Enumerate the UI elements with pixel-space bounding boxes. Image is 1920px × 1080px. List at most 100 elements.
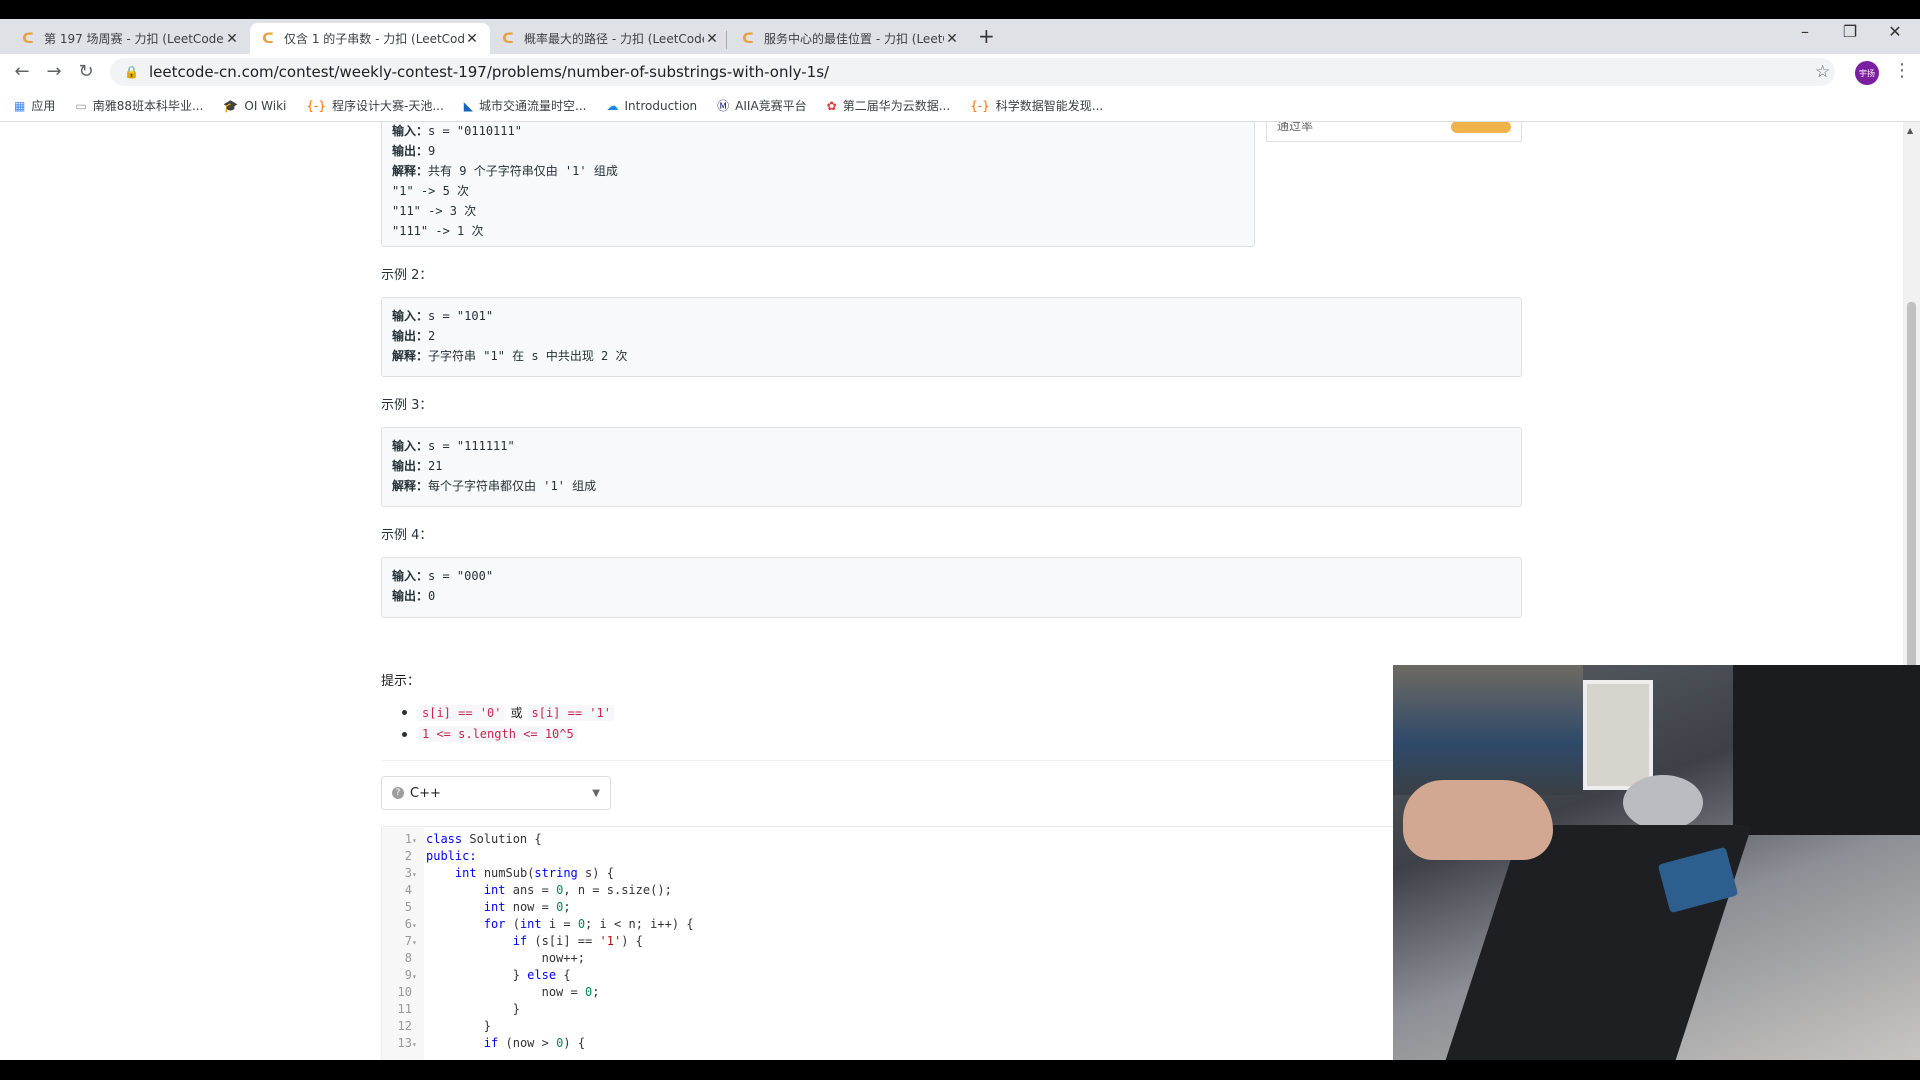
tab-title: 仅含 1 的子串数 - 力扣 (LeetCode) [284, 32, 464, 46]
code-text: for (int i = 0; i < n; i++) { [483, 917, 694, 931]
bookmark-traffic[interactable]: ◣ 城市交通流量时空... [464, 97, 587, 114]
bookmark-tianchi[interactable]: {-} 程序设计大赛-天池... [306, 97, 443, 114]
scrollbar-thumb[interactable] [1907, 302, 1916, 722]
language-value: C++ [410, 785, 441, 801]
folder-icon: ▭ [75, 98, 87, 113]
fold-arrow-icon[interactable]: ▾ [412, 1036, 422, 1053]
example-4-box: 输入：s = "000" 输出：0 [381, 557, 1522, 618]
output-label: 输出： [392, 144, 429, 158]
code-text: now = 0; [541, 985, 600, 999]
address-bar[interactable]: 🔒 leetcode-cn.com/contest/weekly-contest… [110, 58, 1835, 86]
line-number: 9 [404, 968, 412, 982]
screen: ᑕ 第 197 场周赛 - 力扣 (LeetCode) ✕ ᑕ 仅含 1 的子串… [0, 0, 1920, 1080]
bookmark-folder[interactable]: ▭ 南雅88班本科毕业... [75, 97, 203, 114]
fold-arrow-icon[interactable]: ▾ [412, 934, 422, 951]
window-close-button[interactable]: ✕ [1875, 22, 1915, 41]
chevron-down-icon: ▼ [592, 787, 600, 799]
restore-button[interactable]: ❐ [1830, 22, 1870, 41]
reload-icon[interactable]: ↻ [74, 61, 98, 82]
example-3-box: 输入：s = "111111" 输出：21 解释：每个子字符串都仅由 '1' 组… [381, 427, 1522, 507]
apps-grid-icon: ▦ [14, 98, 26, 113]
bullet [402, 710, 407, 715]
scroll-up-icon[interactable]: ▲ [1907, 126, 1913, 135]
bookmark-introduction[interactable]: ☁ Introduction [606, 99, 697, 113]
close-icon[interactable]: ✕ [464, 31, 480, 47]
hint-code: s[i] == '1' [528, 704, 614, 721]
input-value: s = "000" [428, 569, 494, 583]
leetcode-icon: ᑕ [22, 30, 34, 47]
explain-line: "111" -> 1 次 [392, 224, 484, 238]
fold-arrow-icon[interactable]: ▾ [412, 917, 422, 934]
close-icon[interactable]: ✕ [224, 31, 240, 47]
tab-active-problem[interactable]: ᑕ 仅含 1 的子串数 - 力扣 (LeetCode) ✕ [250, 23, 490, 54]
new-tab-button[interactable]: + [978, 24, 995, 48]
close-icon[interactable]: ✕ [944, 31, 960, 47]
graduation-cap-icon: 🎓 [223, 98, 239, 113]
code-text: } [483, 1019, 492, 1033]
line-number: 2 [404, 849, 412, 863]
webcam-monitor [1733, 665, 1920, 835]
code-line: 5 int now = 0; [382, 899, 571, 916]
bookmark-oi-wiki[interactable]: 🎓 OI Wiki [223, 99, 286, 113]
bookmark-aiia[interactable]: Ⓜ AIIA竞赛平台 [717, 97, 807, 114]
hint-item: 1 <= s.length <= 10^5 [402, 726, 577, 742]
hint-code: s[i] == '0' [419, 704, 505, 721]
explain-label: 解释： [392, 164, 429, 178]
explain-value: 共有 9 个子字符串仅由 '1' 组成 [428, 164, 618, 178]
bookmark-star-icon[interactable]: ☆ [1815, 62, 1830, 82]
bookmark-apps[interactable]: ▦ 应用 [14, 97, 55, 114]
minimize-button[interactable]: – [1785, 22, 1825, 41]
code-line: 11 } [382, 1001, 520, 1018]
aliyun-icon: {-} [970, 98, 990, 113]
tab-service-center[interactable]: ᑕ 服务中心的最佳位置 - 力扣 (LeetCode) ✕ [730, 23, 970, 54]
code-text: public: [426, 849, 477, 863]
input-label: 输入： [392, 439, 429, 453]
code-line: 10 now = 0; [382, 984, 600, 1002]
forward-arrow-icon[interactable]: → [42, 61, 66, 82]
code-line: 6▾ for (int i = 0; i < n; i++) { [382, 916, 694, 933]
language-select[interactable]: ? C++ ▼ [381, 776, 611, 810]
line-number: 8 [404, 951, 412, 965]
code-text: int numSub(string s) { [454, 866, 614, 880]
section-divider [381, 760, 1522, 761]
fold-arrow-icon[interactable]: ▾ [412, 832, 422, 849]
code-line: 1▾ class Solution { [382, 831, 542, 848]
line-number: 10 [397, 985, 412, 999]
example-4-heading: 示例 4： [381, 528, 433, 543]
explain-value: 每个子字符串都仅由 '1' 组成 [428, 479, 597, 493]
avatar[interactable]: 宇扬 [1855, 61, 1879, 85]
hint-separator: 或 [510, 706, 523, 720]
hint-code: 1 <= s.length <= 10^5 [419, 726, 577, 742]
tab-title: 概率最大的路径 - 力扣 (LeetCode) [524, 32, 704, 46]
bookmark-science[interactable]: {-} 科学数据智能发现... [970, 97, 1103, 114]
fold-arrow-icon[interactable]: ▾ [412, 866, 422, 883]
fold-arrow-icon[interactable]: ▾ [412, 968, 422, 985]
code-text: now++; [541, 951, 585, 965]
example-3-heading: 示例 3： [381, 398, 433, 413]
explain-line: "1" -> 5 次 [392, 184, 470, 198]
tab-max-prob-path[interactable]: ᑕ 概率最大的路径 - 力扣 (LeetCode) ✕ [490, 23, 730, 54]
tab-contest[interactable]: ᑕ 第 197 场周赛 - 力扣 (LeetCode) ✕ [10, 23, 250, 54]
output-value: 2 [428, 329, 436, 343]
back-arrow-icon[interactable]: ← [10, 61, 34, 82]
close-icon[interactable]: ✕ [704, 31, 720, 47]
hints-heading: 提示： [381, 674, 421, 689]
bookmark-huawei[interactable]: ✿ 第二届华为云数据... [827, 97, 951, 114]
menu-dots-icon[interactable]: ⋮ [1893, 60, 1911, 81]
webcam-bookshelf [1393, 665, 1583, 795]
code-editor[interactable]: 1▾ class Solution {2 public: 3▾ int numSub… [381, 826, 1522, 1060]
explain-label: 解释： [392, 349, 429, 363]
code-line: 7▾ if (s[i] == '1') { [382, 933, 643, 950]
example-2-box: 输入：s = "101" 输出：2 解释：子字符串 "1" 在 s 中共出现 2… [381, 297, 1522, 377]
input-label: 输入： [392, 309, 429, 323]
explain-line: "11" -> 3 次 [392, 204, 477, 218]
output-value: 9 [428, 144, 436, 158]
line-number: 5 [404, 900, 412, 914]
help-icon: ? [392, 787, 404, 799]
aiia-icon: Ⓜ [717, 99, 730, 113]
code-line: 12 } [382, 1018, 491, 1035]
